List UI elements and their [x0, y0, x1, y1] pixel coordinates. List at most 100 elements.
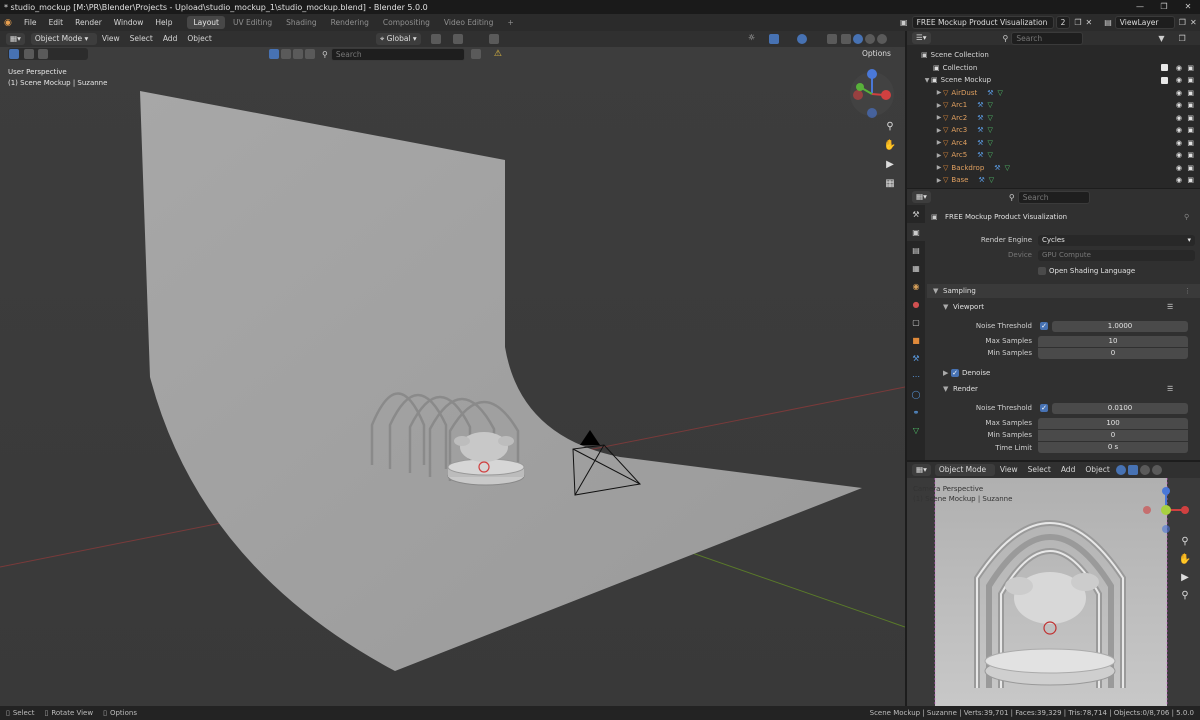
- filter-icon-3[interactable]: [305, 49, 315, 59]
- osl-checkbox[interactable]: [1038, 267, 1046, 275]
- outliner-item-scene-mockup[interactable]: ▼ ▣ Scene Mockup ◉ ▣: [907, 74, 1200, 87]
- denoise-checkbox[interactable]: ✓: [951, 369, 959, 377]
- viewport-min-samples-field[interactable]: 0: [1038, 348, 1188, 359]
- time-limit-field[interactable]: 0 s: [1038, 442, 1188, 453]
- render-camera-icon[interactable]: ▣: [1187, 126, 1194, 134]
- menu-object[interactable]: Object: [182, 32, 216, 46]
- pan-hand-icon[interactable]: ✋: [882, 140, 898, 159]
- expand-icon[interactable]: ▶: [935, 152, 943, 159]
- render-camera-icon[interactable]: ▣: [1187, 101, 1194, 109]
- expand-icon[interactable]: ▶: [935, 127, 943, 134]
- snap-icon[interactable]: [453, 34, 463, 44]
- mode-dropdown[interactable]: Object Mode ▾: [30, 33, 97, 45]
- preset-icon[interactable]: ☰: [1167, 385, 1173, 393]
- outliner-item-arc4[interactable]: ▶ ▽ Arc4 ⚒ ▽ ◉ ▣: [907, 137, 1200, 150]
- camera-solid-shading-icon[interactable]: [1127, 465, 1138, 475]
- zoom-icon[interactable]: ⚲: [882, 121, 898, 140]
- expand-icon[interactable]: ▶: [935, 102, 943, 109]
- xray-icon[interactable]: [827, 34, 837, 44]
- camera-editor-type-icon[interactable]: ▦▾: [912, 464, 931, 476]
- gizmo-icon[interactable]: [769, 34, 779, 44]
- render-camera-icon[interactable]: ▣: [1187, 151, 1194, 159]
- view-layer-tab-icon[interactable]: ▦: [907, 259, 925, 277]
- outliner-editor-type-icon[interactable]: ☰▾: [912, 32, 931, 44]
- copy-view-layer-icon[interactable]: ❐: [1179, 18, 1186, 27]
- scene-icon[interactable]: ▣: [900, 18, 908, 27]
- filter-icon-1[interactable]: [281, 49, 291, 59]
- solid-shading-icon[interactable]: [853, 34, 863, 44]
- collapse-icon[interactable]: ▼: [933, 287, 938, 295]
- outliner-item-collection[interactable]: ▣ Collection ◉ ▣: [907, 62, 1200, 75]
- tab-rendering[interactable]: Rendering: [325, 16, 375, 29]
- render-max-samples-field[interactable]: 100: [1038, 418, 1188, 429]
- tab-video-editing[interactable]: Video Editing: [438, 16, 500, 29]
- maximize-icon[interactable]: ❐: [1152, 0, 1176, 14]
- viewport-noise-threshold-checkbox[interactable]: ✓: [1040, 322, 1048, 330]
- expand-icon[interactable]: ▶: [935, 177, 943, 184]
- render-camera-icon[interactable]: ▣: [1187, 64, 1194, 72]
- filter-icon-2[interactable]: [293, 49, 303, 59]
- particles-tab-icon[interactable]: ⋯: [907, 367, 925, 385]
- menu-help[interactable]: Help: [149, 14, 178, 31]
- eye-icon[interactable]: ◉: [1176, 64, 1182, 72]
- render-tab-icon[interactable]: ▣: [907, 223, 925, 241]
- suzanne-mesh[interactable]: [460, 432, 508, 462]
- object-tab-icon[interactable]: ■: [907, 331, 925, 349]
- camera-menu-select[interactable]: Select: [1023, 463, 1056, 477]
- select-box-icon[interactable]: [9, 49, 19, 59]
- eye-icon[interactable]: ◉: [1176, 114, 1182, 122]
- outliner-search-input[interactable]: Search: [1011, 31, 1084, 45]
- outliner-item-backdrop[interactable]: ▶ ▽ Backdrop ⚒ ▽ ◉ ▣: [907, 162, 1200, 175]
- data-tab-icon[interactable]: ▽: [907, 421, 925, 439]
- select-mode-new-icon[interactable]: [23, 49, 34, 59]
- camera-toggle-icon[interactable]: ▶: [1177, 572, 1193, 590]
- pin-icon[interactable]: ⚲: [1184, 213, 1189, 221]
- grip-icon[interactable]: ⋮: [1184, 287, 1191, 295]
- outliner-root[interactable]: ▣ Scene Collection: [907, 49, 1200, 62]
- view-layer-field[interactable]: ViewLayer: [1114, 16, 1175, 29]
- outliner-item-arc3[interactable]: ▶ ▽ Arc3 ⚒ ▽ ◉ ▣: [907, 124, 1200, 137]
- camera-viewport-scene[interactable]: [907, 478, 1200, 706]
- camera-material-shading-icon[interactable]: [1139, 465, 1150, 475]
- camera-view-icon[interactable]: ▶: [882, 159, 898, 178]
- blender-logo-icon[interactable]: ◉: [4, 18, 18, 28]
- material-shading-icon[interactable]: [865, 34, 875, 44]
- render-camera-icon[interactable]: ▣: [1187, 114, 1194, 122]
- include-checkbox[interactable]: [1161, 64, 1168, 72]
- outliner-item-arc2[interactable]: ▶ ▽ Arc2 ⚒ ▽ ◉ ▣: [907, 112, 1200, 125]
- render-camera-icon[interactable]: ▣: [1187, 76, 1194, 84]
- expand-icon[interactable]: ▶: [935, 139, 943, 146]
- viewport-search-input[interactable]: Search: [330, 47, 465, 61]
- render-camera-icon[interactable]: ▣: [1187, 89, 1194, 97]
- overlay-icon[interactable]: [797, 34, 807, 44]
- copy-scene-icon[interactable]: ❐: [1074, 18, 1081, 27]
- menu-window[interactable]: Window: [108, 14, 150, 31]
- eye-icon[interactable]: ◉: [1176, 89, 1182, 97]
- rendered-shading-icon[interactable]: [877, 34, 887, 44]
- wireframe-shading-icon[interactable]: [841, 34, 851, 44]
- device-dropdown[interactable]: GPU Compute: [1038, 250, 1195, 261]
- menu-edit[interactable]: Edit: [43, 14, 70, 31]
- render-noise-threshold-checkbox[interactable]: ✓: [1040, 404, 1048, 412]
- eye-icon[interactable]: ◉: [1176, 151, 1182, 159]
- expand-icon[interactable]: ▶: [943, 369, 948, 377]
- properties-search-input[interactable]: Search: [1017, 190, 1090, 204]
- eye-icon[interactable]: ◉: [1176, 101, 1182, 109]
- bell-icon[interactable]: ⚠: [494, 49, 502, 59]
- camera-rendered-shading-icon[interactable]: [1151, 465, 1162, 475]
- options-dropdown[interactable]: Options: [858, 48, 895, 60]
- minimize-icon[interactable]: —: [1128, 0, 1152, 14]
- tool-tab-icon[interactable]: ⚒: [907, 205, 925, 223]
- scene-tab-icon[interactable]: ◉: [907, 277, 925, 295]
- eye-icon[interactable]: ◉: [1176, 76, 1182, 84]
- render-noise-threshold-field[interactable]: 0.0100: [1052, 403, 1188, 414]
- properties-editor-type-icon[interactable]: ▦▾: [912, 191, 931, 203]
- outliner-item-arc1[interactable]: ▶ ▽ Arc1 ⚒ ▽ ◉ ▣: [907, 99, 1200, 112]
- render-camera-icon[interactable]: ▣: [1187, 176, 1194, 184]
- funnel-icon[interactable]: [470, 49, 481, 59]
- collapse-icon[interactable]: ▼: [943, 303, 948, 311]
- menu-add[interactable]: Add: [158, 32, 183, 46]
- menu-file[interactable]: File: [18, 14, 43, 31]
- camera-menu-object[interactable]: Object: [1080, 463, 1114, 477]
- viewport-noise-threshold-field[interactable]: 1.0000: [1052, 321, 1188, 332]
